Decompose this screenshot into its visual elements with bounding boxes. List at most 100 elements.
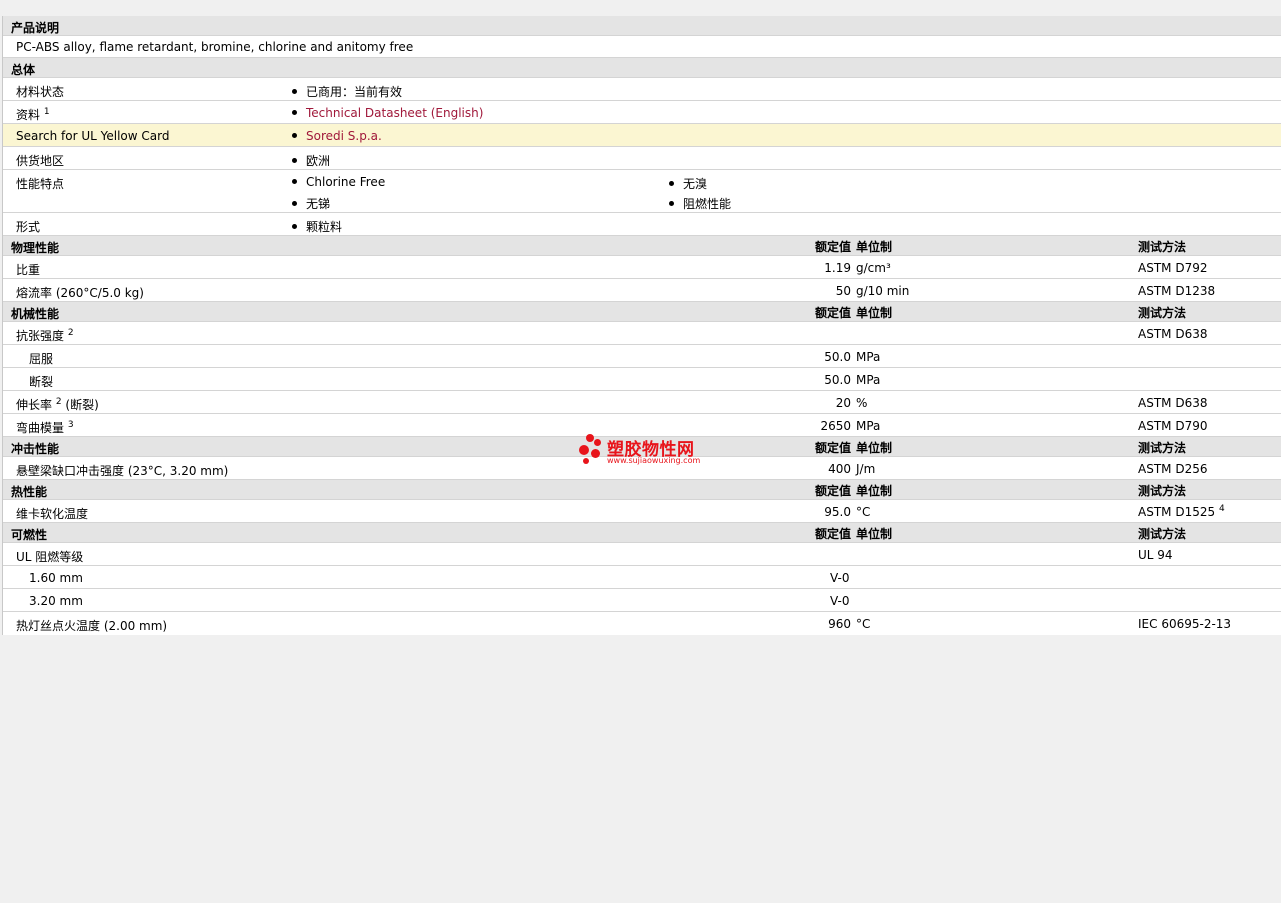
footnote-marker: 2 xyxy=(55,397,62,407)
general-row-datasheet: 资料 1 Technical Datasheet (English) xyxy=(3,101,1281,124)
bullet-icon xyxy=(292,158,297,163)
test-method: IEC 60695-2-13 xyxy=(1138,617,1232,631)
column-header-test: 测试方法 xyxy=(1138,484,1187,498)
bullet-item: 已商用：当前有效 xyxy=(292,83,402,100)
section-header-physical: 物理性能 额定值 单位制 测试方法 xyxy=(3,236,1281,256)
property-row: 熔流率 (260°C/5.0 kg) 50 g/10 min ASTM D123… xyxy=(3,279,1281,302)
section-title: 可燃性 xyxy=(11,528,48,542)
property-label: 屈服 xyxy=(29,352,54,366)
section-header-flammability: 可燃性 额定值 单位制 测试方法 xyxy=(3,523,1281,543)
test-method-text: ASTM D1525 xyxy=(1138,505,1216,519)
bullet-item: 无溴 xyxy=(669,175,707,192)
general-row-status: 材料状态 已商用：当前有效 xyxy=(3,78,1281,101)
general-row-ul-yellow-card: Search for UL Yellow Card Soredi S.p.a. xyxy=(3,124,1281,147)
test-method: ASTM D1238 xyxy=(1138,284,1216,298)
section-title: 热性能 xyxy=(11,485,48,499)
property-row: 伸长率 2 (断裂) 20 % ASTM D638 xyxy=(3,391,1281,414)
bullet-icon xyxy=(292,179,297,184)
property-label: 悬壁梁缺口冲击强度 (23°C, 3.20 mm) xyxy=(16,464,229,478)
property-value: 2650 xyxy=(820,419,851,433)
section-title: 产品说明 xyxy=(11,21,60,35)
bullet-icon xyxy=(292,224,297,229)
property-label-text: 伸长率 xyxy=(16,398,53,412)
row-label: 形式 xyxy=(16,220,41,234)
bullet-text: 颗粒料 xyxy=(306,220,343,234)
property-label: 热灯丝点火温度 (2.00 mm) xyxy=(16,619,168,633)
property-label: 断裂 xyxy=(29,375,54,389)
bullet-item: Soredi S.p.a. xyxy=(292,129,382,143)
column-header-unit: 单位制 xyxy=(856,484,893,498)
section-header-mechanical: 机械性能 额定值 单位制 测试方法 xyxy=(3,302,1281,322)
column-header-unit: 单位制 xyxy=(856,240,893,254)
property-label-text: 弯曲模量 xyxy=(16,421,65,435)
datasheet-table: 产品说明 PC-ABS alloy, flame retardant, brom… xyxy=(2,16,1281,635)
column-header-unit: 单位制 xyxy=(856,306,893,320)
bullet-item: 颗粒料 xyxy=(292,218,342,235)
property-value: V-0 xyxy=(830,594,850,608)
row-label: 资料 1 xyxy=(16,106,50,123)
property-value: 20 xyxy=(835,396,851,410)
property-unit: MPa xyxy=(856,373,881,387)
test-method: ASTM D638 xyxy=(1138,396,1208,410)
test-method: ASTM D1525 4 xyxy=(1138,505,1225,520)
property-unit: % xyxy=(856,396,868,410)
column-header-unit: 单位制 xyxy=(856,441,893,455)
row-label-text: 资料 xyxy=(16,108,41,122)
column-header-test: 测试方法 xyxy=(1138,441,1187,455)
test-method: ASTM D790 xyxy=(1138,419,1208,433)
property-unit: g/10 min xyxy=(856,284,910,298)
test-method: UL 94 xyxy=(1138,548,1173,562)
property-value: 1.19 xyxy=(824,261,851,275)
property-value: 50 xyxy=(835,284,851,298)
bullet-text: 欧洲 xyxy=(306,154,331,168)
section-title: 总体 xyxy=(11,63,36,77)
bullet-item: Chlorine Free xyxy=(292,175,385,189)
test-method: ASTM D792 xyxy=(1138,261,1208,275)
property-label-suffix: (断裂) xyxy=(65,398,99,412)
property-subrow: 3.20 mm V-0 xyxy=(3,589,1281,612)
section-title: 物理性能 xyxy=(11,241,60,255)
property-row: 比重 1.19 g/cm³ ASTM D792 xyxy=(3,256,1281,279)
general-row-region: 供货地区 欧洲 xyxy=(3,147,1281,170)
bullet-text: Chlorine Free xyxy=(306,175,386,189)
property-unit: °C xyxy=(856,505,871,519)
property-label: 弯曲模量 3 xyxy=(16,419,74,436)
column-header-value: 额定值 xyxy=(814,306,851,320)
property-value: 50.0 xyxy=(824,373,851,387)
property-label: 伸长率 2 (断裂) xyxy=(16,396,99,413)
column-header-test: 测试方法 xyxy=(1138,240,1187,254)
property-value: 95.0 xyxy=(824,505,851,519)
property-row: 维卡软化温度 95.0 °C ASTM D1525 4 xyxy=(3,500,1281,523)
property-value: V-0 xyxy=(830,571,850,585)
property-value: 400 xyxy=(828,462,851,476)
row-label: 材料状态 xyxy=(16,85,65,99)
section-title: 机械性能 xyxy=(11,307,60,321)
bullet-text: 阻燃性能 xyxy=(683,197,732,211)
column-header-unit: 单位制 xyxy=(856,527,893,541)
column-header-value: 额定值 xyxy=(814,441,851,455)
bullet-item: 阻燃性能 xyxy=(669,195,731,212)
bullet-icon xyxy=(292,110,297,115)
bullet-icon xyxy=(669,201,674,206)
datasheet-link[interactable]: Technical Datasheet (English) xyxy=(306,106,483,120)
property-subrow: 断裂 50.0 MPa xyxy=(3,368,1281,391)
property-unit: °C xyxy=(856,617,871,631)
supplier-link[interactable]: Soredi S.p.a. xyxy=(306,129,382,143)
column-header-test: 测试方法 xyxy=(1138,306,1187,320)
property-row: UL 阻燃等级 UL 94 xyxy=(3,543,1281,566)
column-header-value: 额定值 xyxy=(814,484,851,498)
footnote-marker: 3 xyxy=(67,420,74,430)
ul-yellow-card-search-link[interactable]: Search for UL Yellow Card xyxy=(16,129,169,143)
property-unit: MPa xyxy=(856,350,881,364)
section-header-thermal: 热性能 额定值 单位制 测试方法 xyxy=(3,480,1281,500)
property-unit: J/m xyxy=(856,462,876,476)
property-row: 热灯丝点火温度 (2.00 mm) 960 °C IEC 60695-2-13 xyxy=(3,612,1281,635)
bullet-icon xyxy=(292,201,297,206)
description-text: PC-ABS alloy, flame retardant, bromine, … xyxy=(16,40,414,54)
bullet-text: 已商用：当前有效 xyxy=(306,85,403,99)
column-header-value: 额定值 xyxy=(814,240,851,254)
property-label-text: 抗张强度 xyxy=(16,329,65,343)
footnote-marker: 2 xyxy=(67,328,74,338)
bullet-icon xyxy=(292,89,297,94)
property-unit: MPa xyxy=(856,419,881,433)
